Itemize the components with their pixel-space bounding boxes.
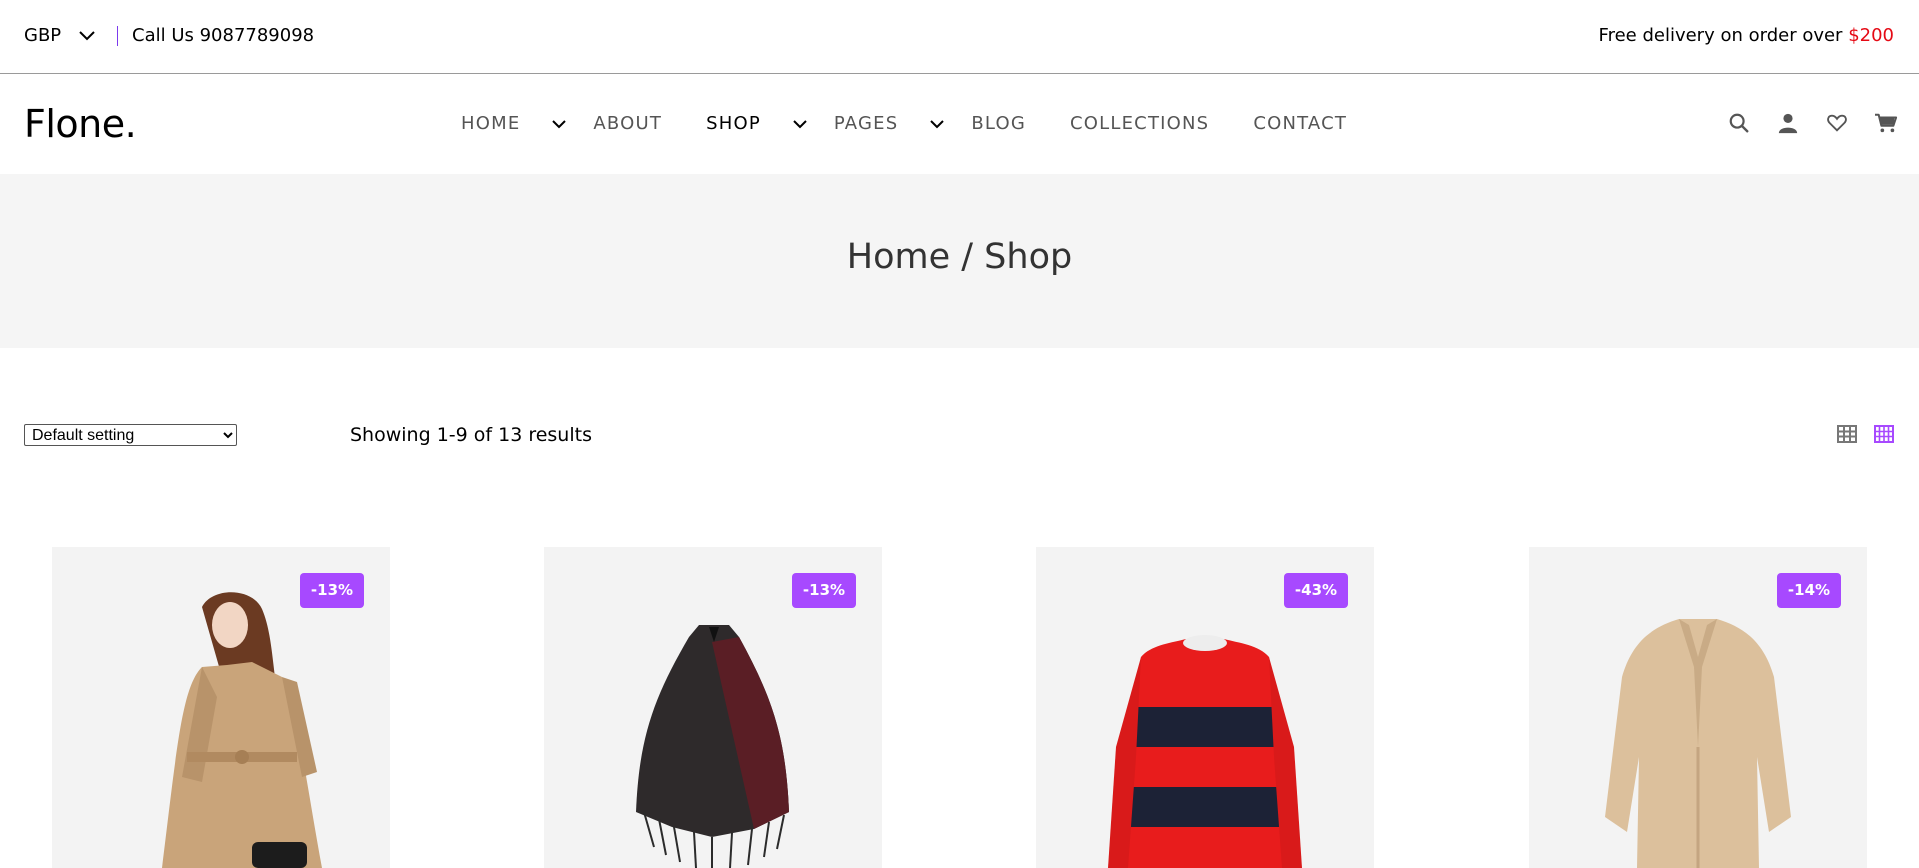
view-toggle <box>1821 424 1895 444</box>
nav-label[interactable]: CONTACT <box>1253 113 1347 134</box>
discount-badge: -13% <box>792 573 856 608</box>
cart-icon[interactable] <box>1873 110 1899 136</box>
product-card[interactable]: -13% <box>544 547 882 868</box>
main-nav: HOME ABOUT SHOP PAGES BLOG COLLECTIONS C… <box>461 113 1347 134</box>
free-delivery-label: Free delivery on order over <box>1598 25 1849 46</box>
chevron-down-icon <box>79 30 95 40</box>
call-us-text: Call Us 9087789098 <box>132 25 315 46</box>
divider <box>117 26 118 46</box>
currency-label: GBP <box>24 25 62 46</box>
nav-label[interactable]: ABOUT <box>593 113 662 134</box>
nav-label[interactable]: COLLECTIONS <box>1070 113 1209 134</box>
breadcrumb-band: Home / Shop <box>0 174 1919 348</box>
results-count: Showing 1-9 of 13 results <box>350 424 592 446</box>
nav-item-pages[interactable]: PAGES <box>834 113 946 134</box>
chevron-down-icon[interactable] <box>550 115 568 133</box>
grid-view-icon[interactable] <box>1836 424 1858 444</box>
chevron-down-icon[interactable] <box>791 115 809 133</box>
nav-label[interactable]: HOME <box>461 113 520 134</box>
nav-label[interactable]: PAGES <box>834 113 898 134</box>
nav-item-home[interactable]: HOME <box>461 113 568 134</box>
discount-badge: -14% <box>1777 573 1841 608</box>
product-card[interactable]: -14% <box>1529 547 1867 868</box>
nav-item-collections[interactable]: COLLECTIONS <box>1070 113 1209 134</box>
top-bar: GBP Call Us 9087789098 Free delivery on … <box>0 0 1919 74</box>
chevron-down-icon[interactable] <box>928 115 946 133</box>
nav-item-about[interactable]: ABOUT <box>593 113 662 134</box>
free-delivery-text: Free delivery on order over $200 <box>1599 25 1894 46</box>
currency-selector[interactable]: GBP <box>24 25 97 46</box>
site-logo[interactable]: Flone. <box>24 102 137 146</box>
nav-item-contact[interactable]: CONTACT <box>1253 113 1347 134</box>
user-icon[interactable] <box>1775 110 1801 136</box>
discount-badge: -43% <box>1284 573 1348 608</box>
main-header: Flone. HOME ABOUT SHOP PAGES BLOG COLLEC… <box>0 75 1919 174</box>
search-icon[interactable] <box>1726 110 1752 136</box>
nav-item-shop[interactable]: SHOP <box>706 113 809 134</box>
free-delivery-amount: $200 <box>1848 25 1894 46</box>
heart-icon[interactable] <box>1824 110 1850 136</box>
nav-label[interactable]: BLOG <box>971 113 1026 134</box>
header-icons <box>1703 110 1899 136</box>
grid-view-active-icon[interactable] <box>1873 424 1895 444</box>
product-card[interactable]: -43% <box>1036 547 1374 868</box>
nav-label[interactable]: SHOP <box>706 113 761 134</box>
product-card[interactable]: -13% <box>52 547 390 868</box>
nav-item-blog[interactable]: BLOG <box>971 113 1026 134</box>
discount-badge: -13% <box>300 573 364 608</box>
breadcrumb: Home / Shop <box>846 237 1073 277</box>
sort-select[interactable]: Default setting <box>24 424 237 446</box>
